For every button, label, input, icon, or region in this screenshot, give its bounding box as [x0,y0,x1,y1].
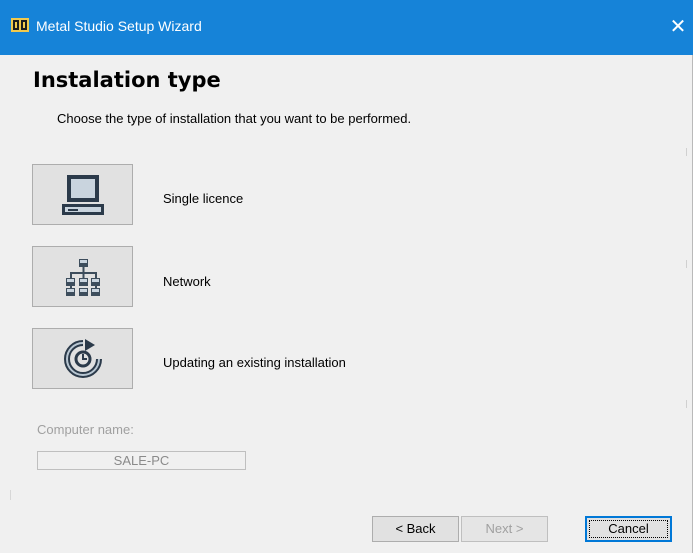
close-icon: ✕ [669,16,687,38]
cancel-button[interactable]: Cancel [585,516,672,542]
update-installation-button[interactable] [32,328,133,389]
title-bar[interactable]: Metal Studio Setup Wizard ✕ [0,0,693,55]
divider [686,400,687,408]
window-title: Metal Studio Setup Wizard [36,18,202,34]
app-icon [11,18,29,32]
focus-ring [589,520,668,538]
computer-name-field[interactable] [37,451,246,470]
back-button[interactable]: < Back [372,516,459,542]
computer-icon [61,174,104,215]
divider [10,490,11,500]
single-licence-label: Single licence [163,191,244,206]
next-button[interactable]: Next > [461,516,548,542]
network-label: Network [163,274,211,289]
computer-name-label: Computer name: [37,422,134,437]
divider [686,260,687,268]
network-icon [65,258,100,296]
update-icon [63,338,102,378]
update-installation-label: Updating an existing installation [163,355,346,370]
page-title: Instalation type [33,68,221,92]
single-licence-button[interactable] [32,164,133,225]
divider [686,148,687,156]
page-subtitle: Choose the type of installation that you… [57,111,412,126]
close-button[interactable]: ✕ [663,0,693,55]
network-button[interactable] [32,246,133,307]
setup-wizard-window: Metal Studio Setup Wizard ✕ Instalation … [0,0,693,553]
